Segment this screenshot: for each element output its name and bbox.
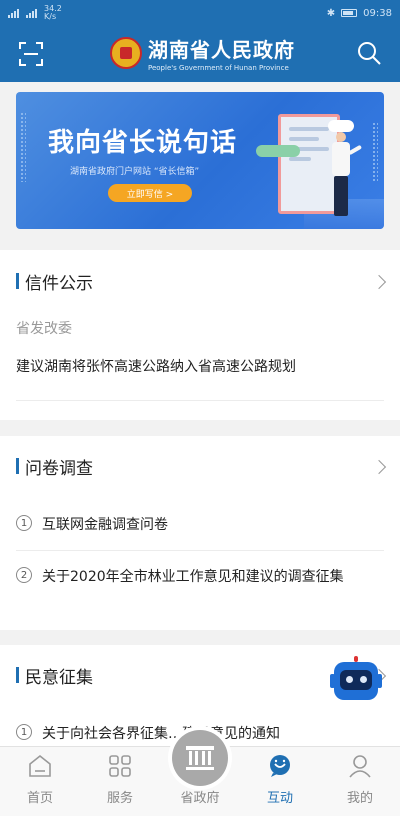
survey-item-text: 关于2020年全市林业工作意见和建议的调查征集 (42, 569, 344, 585)
user-icon (349, 755, 371, 778)
survey-item-text: 互联网金融调查问卷 (42, 517, 168, 533)
search-icon[interactable] (356, 40, 382, 66)
app-title: 湖南省人民政府 (148, 38, 295, 62)
section-header[interactable]: 信件公示 (16, 270, 93, 294)
speech-bubble-icon (256, 145, 300, 157)
nav-mine[interactable]: 我的 (320, 747, 400, 816)
chat-icon (270, 755, 290, 777)
item-number: 1 (16, 515, 32, 531)
person-illustration (330, 132, 363, 222)
speech-bubble-icon (328, 120, 354, 132)
signal-icon (26, 8, 40, 18)
national-emblem-icon (110, 37, 142, 69)
chevron-right-icon[interactable] (371, 274, 387, 290)
item-number: 1 (16, 724, 32, 740)
letter-item[interactable]: 建议湖南将张怀高速公路纳入省高速公路规划 (16, 356, 296, 376)
app-subtitle: People's Government of Hunan Province (148, 64, 289, 72)
nav-label: 互动 (266, 791, 293, 806)
write-letter-button[interactable]: 立即写信 > (108, 184, 192, 202)
home-icon (29, 754, 51, 777)
bluetooth-icon: ✱ (326, 7, 336, 19)
network-speed: 34.2 K/s (44, 4, 62, 21)
battery-icon (341, 9, 358, 17)
app-logo: 湖南省人民政府 People's Government of Hunan Pro… (110, 34, 295, 72)
section-title: 民意征集 (25, 667, 93, 688)
nav-label: 我的 (346, 791, 373, 806)
nav-label: 服务 (106, 791, 133, 806)
signal-icon (8, 8, 22, 18)
provincial-gov-button[interactable] (172, 730, 228, 786)
grid-icon (109, 755, 131, 777)
building-icon (186, 746, 214, 770)
survey-section: 问卷调查 1 互联网金融调查问卷 2 关于2020年全市林业工作意见和建议的调查… (0, 436, 400, 630)
section-accent-bar (16, 667, 19, 683)
nav-home[interactable]: 首页 (0, 747, 80, 816)
opinion-item-text: 关于向社会各界征集…建设意见的通知 (42, 726, 280, 742)
section-header[interactable]: 问卷调查 (16, 455, 93, 479)
section-title: 问卷调查 (25, 458, 93, 479)
robot-assistant-icon[interactable] (330, 656, 382, 704)
section-header[interactable]: 民意征集 (16, 664, 93, 688)
chevron-right-icon[interactable] (371, 459, 387, 475)
scan-icon[interactable] (18, 41, 44, 67)
nav-label: 首页 (26, 791, 53, 806)
nav-interaction[interactable]: 互动 (240, 747, 320, 816)
letter-department: 省发改委 (16, 321, 72, 337)
nav-label: 省政府 (180, 791, 220, 806)
divider (16, 550, 384, 551)
section-accent-bar (16, 273, 19, 289)
status-bar: 34.2 K/s ✱ 09:38 (0, 0, 400, 26)
item-number: 2 (16, 567, 32, 583)
section-title: 信件公示 (25, 273, 93, 294)
app-header: 湖南省人民政府 People's Government of Hunan Pro… (0, 26, 400, 82)
divider (16, 400, 384, 401)
banner-subtitle: 湖南省政府门户网站 “省长信箱” (70, 167, 200, 177)
banner-title: 我向省长说句话 (48, 128, 238, 158)
letters-section: 信件公示 省发改委 建议湖南将张怀高速公路纳入省高速公路规划 (0, 250, 400, 420)
survey-item[interactable]: 2 关于2020年全市林业工作意见和建议的调查征集 (16, 566, 384, 588)
survey-item[interactable]: 1 互联网金融调查问卷 (16, 514, 384, 536)
decorative-dots (372, 122, 378, 182)
decorative-dots (20, 112, 26, 182)
status-time: 09:38 (363, 7, 392, 19)
section-accent-bar (16, 458, 19, 474)
nav-services[interactable]: 服务 (80, 747, 160, 816)
governor-mailbox-banner[interactable]: 我向省长说句话 湖南省政府门户网站 “省长信箱” 立即写信 > (16, 92, 384, 229)
